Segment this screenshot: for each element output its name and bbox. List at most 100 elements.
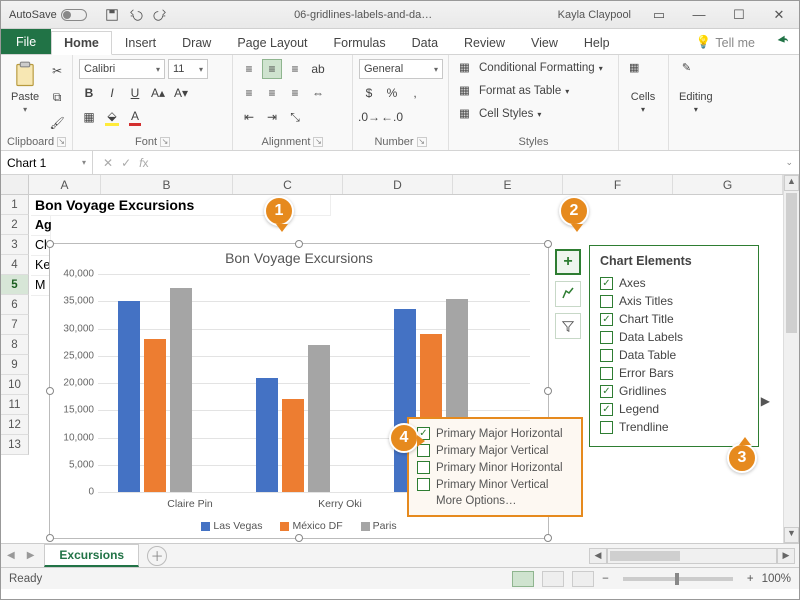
- tab-file[interactable]: File: [1, 29, 51, 54]
- dialog-launcher-icon[interactable]: ↘: [160, 137, 170, 147]
- scroll-left-icon[interactable]: ◀: [589, 548, 607, 564]
- col-header[interactable]: D: [343, 175, 453, 194]
- col-header[interactable]: B: [101, 175, 233, 194]
- align-top-icon[interactable]: ≡: [239, 59, 259, 79]
- dialog-launcher-icon[interactable]: ↘: [313, 137, 323, 147]
- chart-styles-button[interactable]: [555, 281, 581, 307]
- cut-icon[interactable]: ✂: [47, 61, 67, 81]
- increase-font-icon[interactable]: A▴: [148, 83, 168, 103]
- decrease-decimal-icon[interactable]: ←.0: [382, 107, 402, 127]
- bold-icon[interactable]: B: [79, 83, 99, 103]
- format-as-table-button[interactable]: ▦Format as Table▾: [455, 82, 573, 100]
- expand-formula-icon[interactable]: ⌄: [779, 157, 799, 168]
- align-left-icon[interactable]: ≡: [239, 83, 259, 103]
- enter-formula-icon[interactable]: ✓: [121, 156, 131, 170]
- cell-a4[interactable]: Ke: [31, 255, 51, 276]
- tab-help[interactable]: Help: [571, 31, 623, 54]
- chart-bar[interactable]: [144, 339, 166, 492]
- chart-bar[interactable]: [256, 378, 278, 492]
- align-right-icon[interactable]: ≡: [285, 83, 305, 103]
- merge-icon[interactable]: ⇔: [308, 83, 328, 103]
- editing-button[interactable]: ✎Editing▾: [675, 59, 717, 116]
- scroll-down-icon[interactable]: ▼: [784, 527, 799, 543]
- row-header[interactable]: 12: [1, 415, 29, 435]
- number-format-dropdown[interactable]: General▾: [359, 59, 443, 79]
- dialog-launcher-icon[interactable]: ↘: [57, 137, 66, 147]
- underline-icon[interactable]: U: [125, 83, 145, 103]
- row-header[interactable]: 2: [1, 215, 29, 235]
- minimize-icon[interactable]: —: [679, 1, 719, 29]
- cell-styles-button[interactable]: ▦Cell Styles▾: [455, 105, 545, 123]
- align-center-icon[interactable]: ≡: [262, 83, 282, 103]
- decrease-indent-icon[interactable]: ⇤: [239, 107, 259, 127]
- scroll-right-icon[interactable]: ▶: [777, 548, 795, 564]
- font-size-dropdown[interactable]: 11▾: [168, 59, 208, 79]
- col-header[interactable]: G: [673, 175, 783, 194]
- decrease-font-icon[interactable]: A▾: [171, 83, 191, 103]
- chart-element-option[interactable]: Data Table: [600, 346, 748, 364]
- save-icon[interactable]: [105, 8, 119, 22]
- chart-elements-button[interactable]: +: [555, 249, 581, 275]
- tab-page-layout[interactable]: Page Layout: [224, 31, 320, 54]
- chart-element-option[interactable]: Axis Titles: [600, 292, 748, 310]
- normal-view-icon[interactable]: [512, 571, 534, 587]
- chart-element-option[interactable]: Trendline: [600, 418, 748, 436]
- percent-icon[interactable]: %: [382, 83, 402, 103]
- chart-element-option[interactable]: Data Labels: [600, 328, 748, 346]
- align-bottom-icon[interactable]: ≡: [285, 59, 305, 79]
- chart-bar[interactable]: [282, 399, 304, 492]
- chart-bar[interactable]: [118, 301, 140, 492]
- zoom-in-icon[interactable]: +: [747, 573, 754, 585]
- chart-element-option[interactable]: Error Bars: [600, 364, 748, 382]
- chart-element-option[interactable]: ✓Legend: [600, 400, 748, 418]
- zoom-level[interactable]: 100%: [762, 573, 791, 585]
- tell-me[interactable]: 💡Tell me: [686, 31, 765, 54]
- cells-button[interactable]: ▦Cells▾: [625, 59, 661, 116]
- vertical-scrollbar[interactable]: ▲ ▼: [783, 175, 799, 543]
- page-break-view-icon[interactable]: [572, 571, 594, 587]
- zoom-out-icon[interactable]: −: [602, 573, 609, 585]
- comma-icon[interactable]: ,: [405, 83, 425, 103]
- font-name-dropdown[interactable]: Calibri▾: [79, 59, 165, 79]
- legend-item[interactable]: Las Vegas: [201, 520, 262, 532]
- tab-home[interactable]: Home: [51, 31, 112, 55]
- autosave-toggle[interactable]: AutoSave: [1, 9, 95, 21]
- row-header[interactable]: 13: [1, 435, 29, 455]
- row-header[interactable]: 7: [1, 315, 29, 335]
- legend-item[interactable]: México DF: [280, 520, 342, 532]
- row-header[interactable]: 8: [1, 335, 29, 355]
- italic-icon[interactable]: I: [102, 83, 122, 103]
- tab-draw[interactable]: Draw: [169, 31, 224, 54]
- fx-icon[interactable]: fx: [139, 156, 148, 170]
- chart-legend[interactable]: Las Vegas México DF Paris: [50, 520, 548, 532]
- conditional-formatting-button[interactable]: ▦Conditional Formatting▾: [455, 59, 607, 77]
- scroll-up-icon[interactable]: ▲: [784, 175, 799, 191]
- row-header[interactable]: 1: [1, 195, 29, 215]
- currency-icon[interactable]: $: [359, 83, 379, 103]
- cancel-formula-icon[interactable]: ✕: [103, 156, 113, 170]
- legend-item[interactable]: Paris: [361, 520, 397, 532]
- user-name[interactable]: Kayla Claypool: [550, 9, 639, 21]
- increase-indent-icon[interactable]: ⇥: [262, 107, 282, 127]
- worksheet-grid[interactable]: A B C D E F G 1 2 3 4 5 6 7 8 9 10 11 12…: [1, 175, 799, 543]
- scroll-thumb[interactable]: [786, 193, 797, 333]
- select-all-corner[interactable]: [1, 175, 29, 194]
- tab-data[interactable]: Data: [399, 31, 451, 54]
- horizontal-scrollbar[interactable]: [607, 548, 777, 564]
- increase-decimal-icon[interactable]: .0→: [359, 107, 379, 127]
- row-header[interactable]: 6: [1, 295, 29, 315]
- col-header[interactable]: E: [453, 175, 563, 194]
- close-icon[interactable]: ✕: [759, 1, 799, 29]
- copy-icon[interactable]: ⧉: [47, 87, 67, 107]
- share-button[interactable]: [765, 29, 799, 54]
- orientation-icon[interactable]: ⤡: [285, 107, 305, 127]
- gridline-option[interactable]: ✓Primary Major Horizontal: [417, 425, 573, 442]
- chart-element-option[interactable]: ✓Chart Title: [600, 310, 748, 328]
- cell-a5[interactable]: M: [31, 275, 51, 296]
- wrap-text-icon[interactable]: ab: [308, 59, 328, 79]
- sheet-tab[interactable]: Excursions: [44, 544, 139, 567]
- name-box[interactable]: Chart 1▾: [1, 151, 93, 174]
- row-header[interactable]: 4: [1, 255, 29, 275]
- sheet-nav-next[interactable]: ▶: [21, 550, 41, 561]
- sheet-nav-prev[interactable]: ◀: [1, 550, 21, 561]
